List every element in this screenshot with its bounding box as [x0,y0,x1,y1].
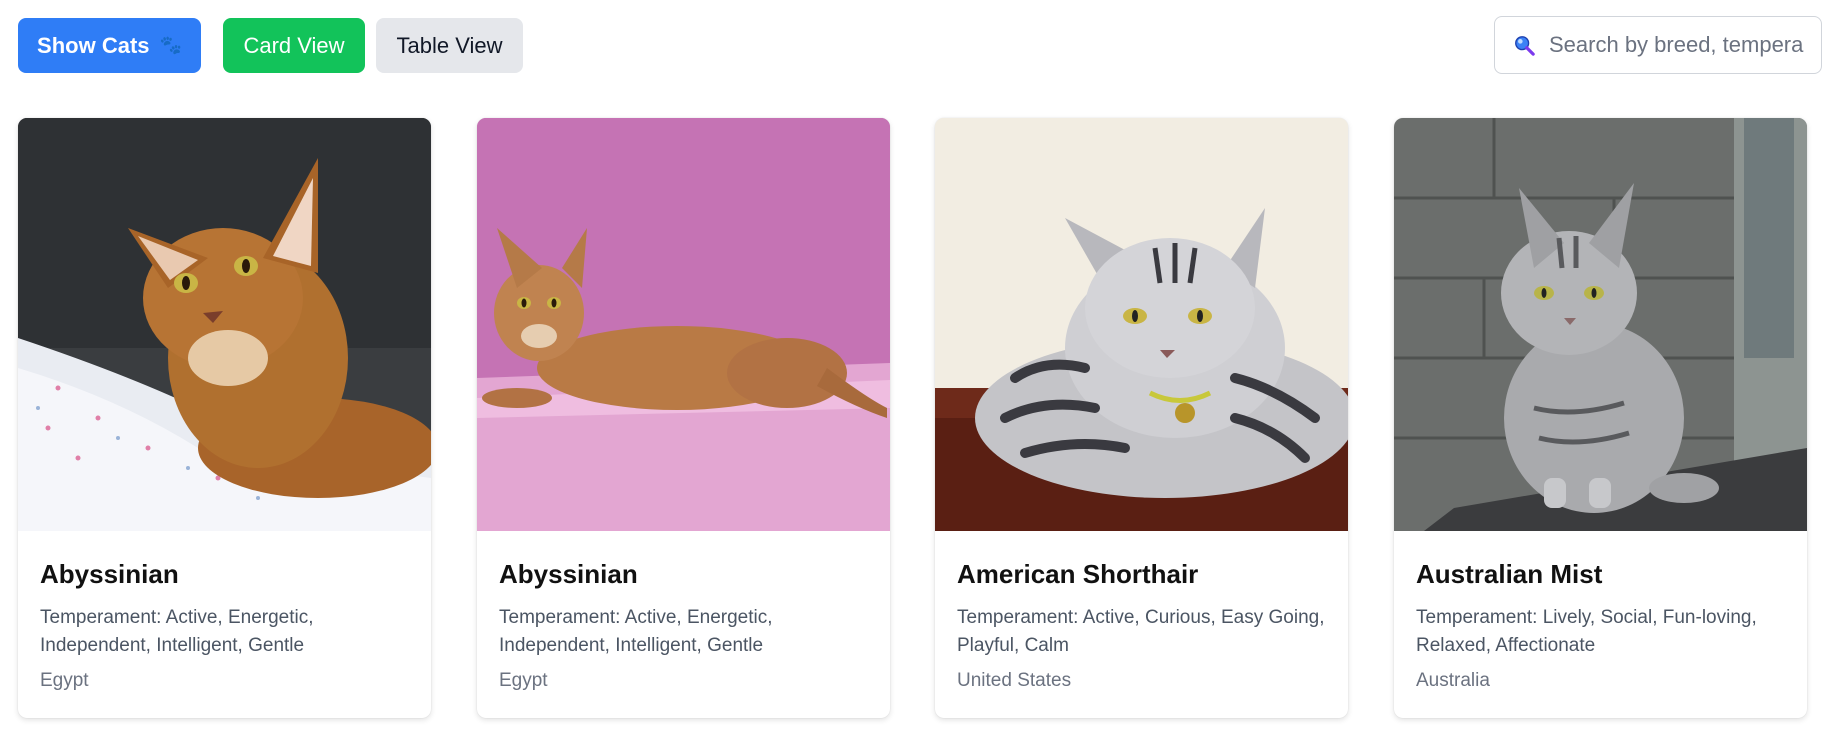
abyssinian-cat-on-pink-backdrop-photo [477,118,890,531]
cat-temperament: Temperament: Active, Energetic, Independ… [499,607,773,656]
cat-origin: Egypt [499,670,548,691]
cat-card[interactable]: American Shorthair Temperament: Active, … [935,118,1348,718]
cat-card[interactable]: Australian Mist Temperament: Lively, Soc… [1394,118,1807,718]
toolbar: Show Cats 🐾 Card View Table View [0,0,1825,90]
search-icon [1515,36,1535,56]
cat-card-grid: Abyssinian Temperament: Active, Energeti… [0,118,1825,718]
search-box[interactable] [1494,16,1822,74]
card-view-button[interactable]: Card View [223,18,365,73]
show-cats-button[interactable]: Show Cats 🐾 [18,18,201,73]
silver-tabby-shorthair-lying-photo [935,118,1348,531]
cat-card[interactable]: Abyssinian Temperament: Active, Energeti… [18,118,431,718]
table-view-label: Table View [396,32,503,58]
cat-name: American Shorthair [957,559,1199,589]
search-input[interactable] [1549,32,1809,58]
cat-name: Abyssinian [499,559,638,589]
cat-name: Abyssinian [40,559,179,589]
cat-origin: United States [957,670,1072,691]
cat-temperament: Temperament: Active, Curious, Easy Going… [957,607,1325,656]
cat-temperament: Temperament: Active, Energetic, Independ… [40,607,314,656]
cat-temperament: Temperament: Lively, Social, Fun-loving,… [1416,607,1757,656]
cat-name: Australian Mist [1416,559,1603,589]
table-view-button[interactable]: Table View [376,18,523,73]
paw-prints-icon: 🐾 [159,35,182,55]
cat-origin: Egypt [40,670,89,691]
cat-origin: Australia [1416,670,1490,691]
cat-card[interactable]: Abyssinian Temperament: Active, Energeti… [477,118,890,718]
card-view-label: Card View [243,32,345,58]
abyssinian-cat-lying-on-bed-photo [18,118,431,531]
grey-tabby-sitting-on-ledge-photo [1394,118,1807,531]
show-cats-label: Show Cats [37,32,150,58]
